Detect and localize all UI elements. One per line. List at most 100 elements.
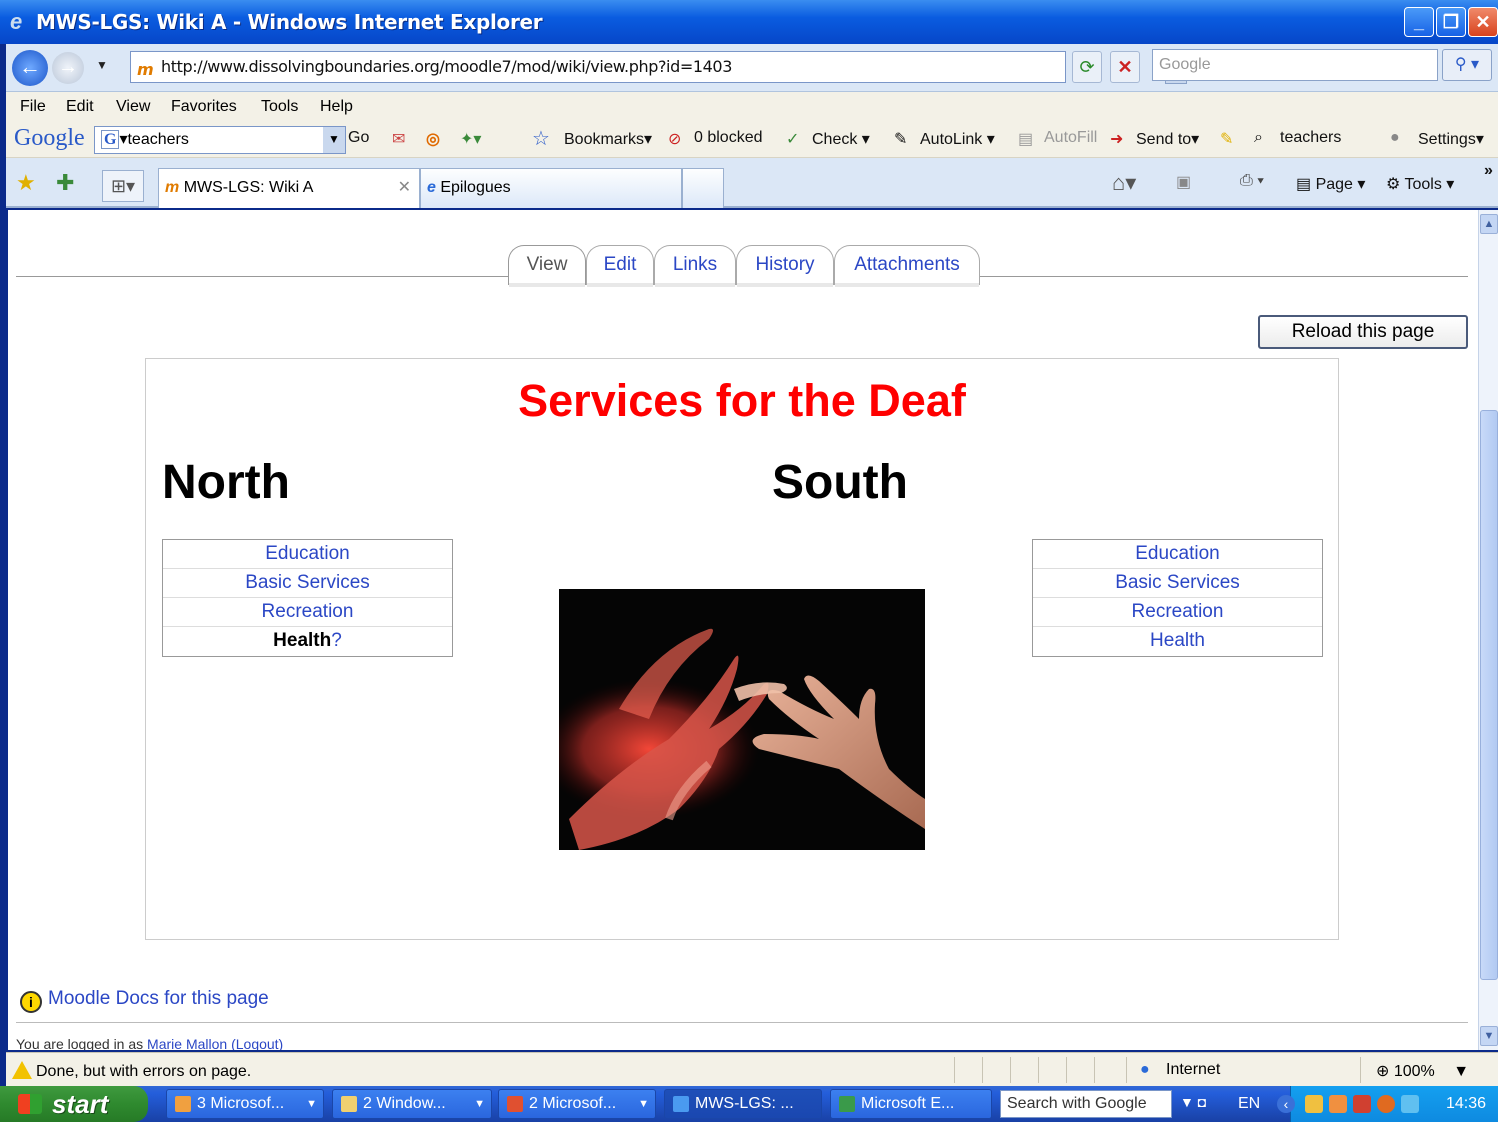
url-field[interactable]: m http://www.dissolvingboundaries.org/mo…	[130, 51, 1187, 84]
search-icon[interactable]: ⚲ ▾	[1442, 49, 1492, 81]
taskbar-label: MWS-LGS: ...	[695, 1095, 794, 1112]
user-link[interactable]: Marie Mallon	[147, 1036, 227, 1050]
taskbar-search-text: Search with Google	[1007, 1095, 1147, 1112]
spiral-icon[interactable]: ◎	[426, 129, 440, 149]
south-link-education[interactable]: Education	[1033, 540, 1322, 569]
language-indicator[interactable]: EN	[1238, 1095, 1260, 1113]
browser-tab[interactable]: e Epilogues	[420, 168, 682, 208]
north-link-basic-services[interactable]: Basic Services	[163, 569, 452, 598]
restore-button[interactable]: ❐	[1436, 7, 1466, 37]
new-tab-button[interactable]	[682, 168, 724, 208]
zoom-dropdown-icon[interactable]: ▼	[1453, 1063, 1469, 1080]
home-icon[interactable]: ⌂▾	[1112, 170, 1136, 196]
tray-network-icon[interactable]	[1401, 1095, 1419, 1113]
tab-history[interactable]: History	[736, 245, 834, 287]
start-button[interactable]: start	[0, 1086, 148, 1122]
ie-tab-icon: e	[427, 179, 436, 196]
refresh-button[interactable]: ⟳	[1072, 51, 1102, 83]
feeds-icon[interactable]: ▣	[1176, 172, 1191, 192]
south-link-recreation[interactable]: Recreation	[1033, 598, 1322, 627]
minimize-button[interactable]: _	[1404, 7, 1434, 37]
menu-help[interactable]: Help	[320, 98, 353, 116]
back-button[interactable]: ←	[12, 50, 48, 86]
page-menu[interactable]: ▤ Page ▾	[1296, 174, 1365, 194]
forward-button[interactable]: →	[52, 52, 84, 84]
tab-edit[interactable]: Edit	[586, 245, 654, 287]
vertical-scrollbar[interactable]: ▲ ▼	[1478, 210, 1498, 1050]
menu-bar: File Edit View Favorites Tools Help	[6, 92, 1498, 122]
menu-edit[interactable]: Edit	[66, 98, 94, 116]
check-button[interactable]: Check ▾	[812, 129, 870, 149]
browser-tab-active[interactable]: m MWS-LGS: Wiki A ✕	[158, 168, 420, 208]
print-icon[interactable]: ⎙ ▾	[1240, 172, 1264, 190]
create-page-marker[interactable]: ?	[331, 630, 342, 651]
add-favorite-icon[interactable]: ✚	[56, 170, 74, 196]
google-go-button[interactable]: Go	[348, 129, 369, 147]
south-heading: South	[772, 456, 908, 509]
tray-expand-icon[interactable]: ‹	[1277, 1095, 1295, 1113]
logout-link[interactable]: (Logout)	[231, 1036, 283, 1050]
logged-in-prefix: You are logged in as	[16, 1036, 144, 1050]
zoom-control[interactable]: ⊕ 100% ▼	[1376, 1061, 1469, 1081]
popup-blocker-icon: ⊘	[668, 131, 682, 148]
status-message[interactable]: Done, but with errors on page.	[12, 1061, 251, 1081]
tray-security-icon[interactable]	[1353, 1095, 1371, 1113]
google-logo[interactable]: Google	[14, 125, 85, 152]
highlight-icon[interactable]: ✎	[1220, 129, 1233, 149]
search-dropdown-icon[interactable]: ▼ ◘	[1180, 1094, 1206, 1110]
tools-menu[interactable]: ⚙ Tools ▾	[1386, 174, 1454, 194]
autolink-button[interactable]: AutoLink ▾	[920, 129, 995, 149]
taskbar-button-explorer[interactable]: 2 Window... ▼	[332, 1089, 492, 1119]
scroll-down-icon[interactable]: ▼	[1480, 1026, 1498, 1046]
sign-language-hands-image	[559, 589, 925, 850]
quick-tabs-icon[interactable]: ⊞▾	[102, 170, 144, 202]
tray-clock-icon[interactable]	[1329, 1095, 1347, 1113]
close-button[interactable]: ✕	[1468, 7, 1498, 37]
moodle-docs-link[interactable]: i Moodle Docs for this page	[20, 988, 269, 1013]
search-placeholder: Google	[1159, 56, 1211, 73]
south-link-health[interactable]: Health	[1033, 627, 1322, 656]
popup-icon[interactable]: ✉	[392, 129, 405, 149]
scroll-thumb[interactable]	[1480, 410, 1498, 980]
bookmarks-button[interactable]: Bookmarks▾	[564, 129, 652, 149]
taskbar-button-ie[interactable]: MWS-LGS: ...	[664, 1089, 822, 1119]
send-to-button[interactable]: Send to▾	[1136, 129, 1199, 149]
search-box[interactable]: Google	[1152, 49, 1438, 81]
close-tab-icon[interactable]: ✕	[398, 169, 411, 207]
clock[interactable]: 14:36	[1446, 1095, 1486, 1113]
north-link-recreation[interactable]: Recreation	[163, 598, 452, 627]
chevron-more-icon[interactable]: »	[1484, 162, 1493, 180]
tray-spiral-icon[interactable]	[1377, 1095, 1395, 1113]
tab-links[interactable]: Links	[654, 245, 736, 287]
south-link-basic-services[interactable]: Basic Services	[1033, 569, 1322, 598]
tab-view[interactable]: View	[508, 245, 586, 287]
taskbar-button-excel[interactable]: Microsoft E...	[830, 1089, 992, 1119]
reload-page-button[interactable]: Reload this page	[1258, 315, 1468, 349]
taskbar-button-powerpoint[interactable]: 2 Microsof... ▼	[498, 1089, 656, 1119]
start-label: start	[52, 1089, 109, 1119]
menu-view[interactable]: View	[116, 98, 150, 116]
google-query-input[interactable]: G ▾teachers ▼	[94, 126, 346, 154]
popup-blocked-count[interactable]: 0 blocked	[694, 129, 763, 147]
north-link-health[interactable]: Health?	[163, 627, 452, 656]
settings-button[interactable]: Settings▾	[1418, 129, 1484, 149]
stop-button[interactable]: ✕	[1110, 51, 1140, 83]
teachers-find-button[interactable]: teachers	[1280, 129, 1341, 147]
north-link-education[interactable]: Education	[163, 540, 452, 569]
menu-file[interactable]: File	[20, 98, 46, 116]
zoom-icon: ⊕	[1376, 1063, 1390, 1080]
taskbar-button-outlook[interactable]: 3 Microsof... ▼	[166, 1089, 324, 1119]
tab-attachments[interactable]: Attachments	[834, 245, 980, 287]
bookmark-star-icon: ☆	[532, 128, 550, 150]
security-zone: Internet	[1166, 1061, 1221, 1078]
history-dropdown-icon[interactable]: ▼	[96, 58, 108, 72]
menu-favorites[interactable]: Favorites	[171, 98, 237, 116]
taskbar-search-input[interactable]: Search with Google	[1000, 1090, 1172, 1118]
menu-tools[interactable]: Tools	[261, 98, 298, 116]
google-query-dropdown-icon[interactable]: ▼	[323, 127, 345, 153]
favorites-star-icon[interactable]: ★	[16, 170, 36, 196]
puzzle-icon[interactable]: ✦▾	[460, 129, 481, 149]
scroll-up-icon[interactable]: ▲	[1480, 214, 1498, 234]
tray-app-icon[interactable]	[1305, 1095, 1323, 1113]
autofill-button[interactable]: AutoFill	[1044, 129, 1097, 147]
